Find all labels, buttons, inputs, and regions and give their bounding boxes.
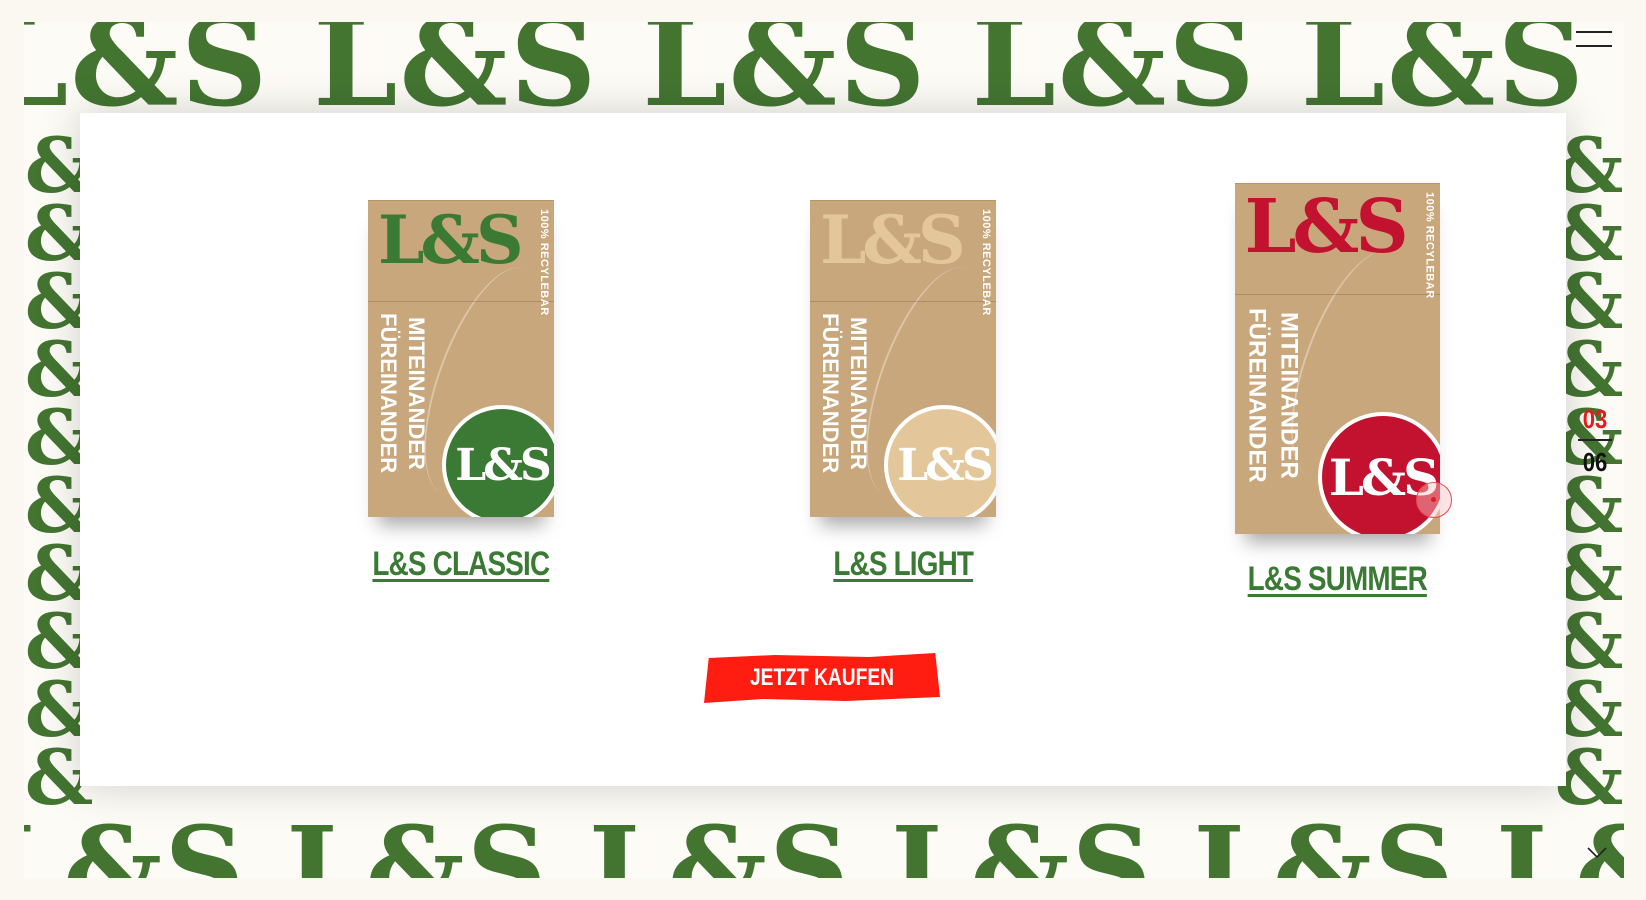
hamburger-menu-icon-line <box>1576 45 1612 47</box>
product-card-summer[interactable]: L&S 100% RECYLEBAR MITEINANDER FÜREINAND… <box>1187 183 1487 599</box>
pack-seal: L&S <box>884 405 996 517</box>
pattern-row-bottom: L&S L&S L&S L&S L&S L&S L&S L&S L&S L&S <box>24 802 1624 879</box>
pack-brand-logo: L&S <box>378 201 524 279</box>
pack-motto-line2: FÜREINANDER <box>376 313 401 474</box>
pack-motto: MITEINANDER FÜREINANDER <box>816 313 872 473</box>
product-title-link[interactable]: L&S CLASSIC <box>373 545 551 584</box>
menu-button[interactable] <box>1576 28 1612 50</box>
scroll-down-button[interactable] <box>1586 846 1608 860</box>
product-pack-image: L&S 100% RECYLEBAR MITEINANDER FÜREINAND… <box>1234 183 1440 534</box>
pack-lid-line <box>810 301 996 302</box>
product-pack-image: L&S 100% RECYLEBAR MITEINANDER FÜREINAND… <box>810 200 996 517</box>
product-title-link[interactable]: L&S LIGHT <box>833 545 974 584</box>
pack-seal: L&S <box>442 405 554 517</box>
pack-motto: MITEINANDER FÜREINANDER <box>1241 308 1305 483</box>
cursor-indicator <box>1416 482 1452 518</box>
pack-motto-line1: MITEINANDER <box>846 316 871 470</box>
product-card-light[interactable]: L&S 100% RECYLEBAR MITEINANDER FÜREINAND… <box>753 183 1053 584</box>
pack-lid-line <box>1234 294 1440 295</box>
slide-pager: 03 06 <box>1574 404 1616 478</box>
pager-total: 06 <box>1582 447 1608 477</box>
product-card-classic[interactable]: L&S 100% RECYLEBAR MITEINANDER FÜREINAND… <box>311 183 611 584</box>
pack-motto: MITEINANDER FÜREINANDER <box>374 313 430 473</box>
pack-motto-line2: FÜREINANDER <box>1243 308 1271 483</box>
pack-motto-line2: FÜREINANDER <box>818 313 843 474</box>
pack-recycle-text: 100% RECYLEBAR <box>538 209 550 316</box>
pack-brand-logo: L&S <box>1244 184 1409 270</box>
chevron-down-icon <box>1587 847 1607 859</box>
pack-recycle-text: 100% RECYLEBAR <box>980 209 992 316</box>
pack-brand-logo: L&S <box>820 201 966 279</box>
hamburger-menu-icon <box>1576 31 1612 33</box>
pack-seal: L&S <box>1317 412 1440 534</box>
buy-now-label: JETZT KAUFEN <box>750 664 894 691</box>
buy-now-button[interactable]: JETZT KAUFEN <box>704 653 940 703</box>
pack-motto-line1: MITEINANDER <box>1275 312 1303 479</box>
pattern-row-top: L&S L&S L&S L&S L&S L&S L&S L&S L&S L&S <box>24 22 1624 134</box>
pager-divider <box>1578 439 1612 441</box>
product-pack-image: L&S 100% RECYLEBAR MITEINANDER FÜREINAND… <box>368 200 554 517</box>
product-panel: L&S 100% RECYLEBAR MITEINANDER FÜREINAND… <box>80 113 1566 786</box>
pack-motto-line1: MITEINANDER <box>404 316 429 470</box>
pack-recycle-text: 100% RECYLEBAR <box>1423 192 1436 299</box>
product-title-link[interactable]: L&S SUMMER <box>1247 560 1427 599</box>
pager-current: 03 <box>1582 404 1608 434</box>
pack-lid-line <box>368 301 554 302</box>
